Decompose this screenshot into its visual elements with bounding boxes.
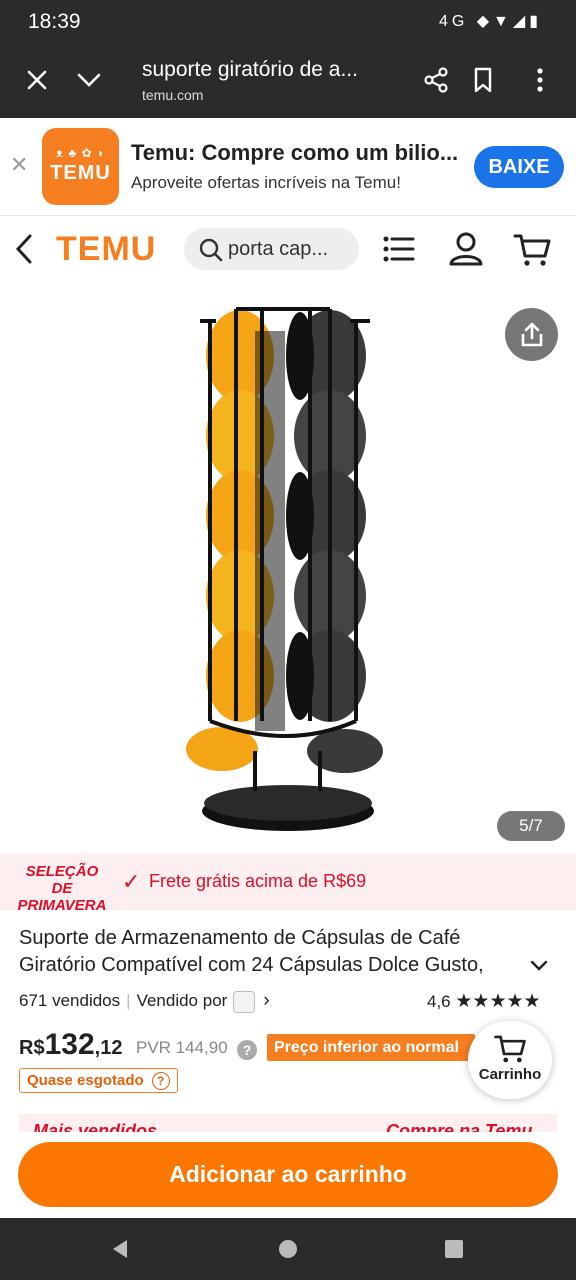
temu-app-logo: ᴥ ♣ ✿ ◗ TEMU: [42, 128, 119, 205]
temu-logo[interactable]: TEMU: [56, 230, 156, 269]
add-to-cart-button[interactable]: Adicionar ao carrinho: [18, 1142, 558, 1207]
account-button[interactable]: [446, 229, 486, 269]
back-button[interactable]: [10, 231, 40, 267]
user-icon: [449, 232, 483, 266]
seller-avatar[interactable]: [233, 990, 256, 1013]
banner-title: Temu: Compre como um bilio...: [131, 140, 459, 165]
rating-value: 4,6: [427, 992, 451, 1011]
badge-line-2: DE PRIMAVERA: [17, 880, 107, 914]
share-upload-icon: [521, 322, 542, 346]
bookmark-button[interactable]: [463, 60, 503, 100]
nav-recents-icon[interactable]: [443, 1238, 465, 1260]
status-time: 18:39: [28, 10, 81, 33]
promo-strip[interactable]: SELEÇÃO DE PRIMAVERA ✓ Frete grátis acim…: [0, 853, 576, 914]
status-icons: 4G ◆▼◢▮: [438, 13, 542, 30]
logo-wordmark: TEMU: [50, 162, 111, 184]
app-install-banner: ✕ ᴥ ♣ ✿ ◗ TEMU Temu: Compre como um bili…: [0, 118, 576, 216]
nav-home-icon[interactable]: [277, 1238, 299, 1260]
share-product-button[interactable]: [505, 308, 558, 361]
more-options-button[interactable]: [520, 60, 560, 100]
more-vert-icon: [537, 68, 543, 92]
lower-price-label: Preço inferior ao normal: [274, 1038, 459, 1056]
share-page-button[interactable]: [416, 60, 456, 100]
chevron-down-icon: [77, 73, 101, 87]
bestseller-right-text: Compre na Temu: [386, 1121, 533, 1132]
sold-by-label: Vendido por: [136, 991, 228, 1010]
free-shipping-text: Frete grátis acima de R$69: [149, 871, 367, 891]
close-tab-button[interactable]: [17, 60, 57, 100]
product-image-gallery[interactable]: 5/7: [0, 281, 576, 853]
minimize-tab-button[interactable]: [69, 60, 109, 100]
expand-title-chevron-icon[interactable]: [526, 955, 552, 977]
cart-icon: [513, 234, 551, 266]
chevron-left-icon: [15, 234, 32, 264]
bestseller-strip[interactable]: Mais vendidos Compre na Temu: [19, 1114, 557, 1132]
logo-glyphs: ᴥ ♣ ✿ ◗: [55, 146, 106, 160]
sold-count: 671 vendidos: [19, 991, 121, 1010]
help-icon[interactable]: ?: [237, 1040, 257, 1060]
divider: |: [126, 991, 131, 1010]
categories-button[interactable]: [380, 229, 420, 269]
bestseller-left-text: Mais vendidos: [33, 1121, 158, 1132]
rating-stars-icon: ★★★★★: [455, 991, 541, 1012]
product-image: [186, 307, 383, 831]
cart-icon: [494, 1035, 526, 1063]
install-app-button[interactable]: BAIXE: [474, 146, 564, 188]
cart-label: Carrinho: [478, 1066, 542, 1083]
share-icon: [424, 67, 448, 93]
low-stock-label: Quase esgotado: [27, 1072, 144, 1089]
price-decimal: ,12: [94, 1037, 123, 1059]
nav-back-icon[interactable]: [109, 1238, 131, 1260]
price-currency: R$: [19, 1037, 45, 1059]
reference-price: PVR 144,90: [136, 1038, 228, 1057]
dismiss-banner-button[interactable]: ✕: [10, 152, 28, 178]
spring-selection-badge: SELEÇÃO DE PRIMAVERA: [14, 863, 110, 914]
search-input[interactable]: [228, 228, 352, 270]
browser-toolbar: suporte giratório de a... temu.com: [0, 44, 576, 118]
page-url[interactable]: temu.com: [142, 87, 203, 103]
chevron-right-icon: ›: [263, 990, 270, 1011]
header-cart-button[interactable]: [512, 229, 552, 269]
lower-price-badge[interactable]: Preço inferior ao normal: [267, 1034, 475, 1061]
image-counter: 5/7: [497, 811, 565, 841]
check-icon: ✓: [122, 869, 141, 894]
banner-subtitle: Aproveite ofertas incríveis na Temu!: [131, 173, 401, 192]
rating-summary[interactable]: 4,6 ★★★★★: [427, 990, 541, 1013]
search-icon: [199, 238, 223, 262]
floating-cart-button[interactable]: Carrinho: [468, 1021, 552, 1099]
price-integer: 132: [44, 1028, 95, 1061]
sales-seller-row[interactable]: 671 vendidos | Vendido por ›: [19, 990, 270, 1013]
list-menu-icon: [383, 236, 415, 262]
bookmark-icon: [474, 67, 492, 93]
low-stock-badge[interactable]: Quase esgotado?: [19, 1068, 178, 1093]
price: R$132,12: [19, 1028, 122, 1062]
site-header: TEMU: [0, 217, 576, 281]
search-bar[interactable]: [184, 228, 359, 270]
close-icon: [27, 70, 47, 90]
page-title[interactable]: suporte giratório de a...: [142, 58, 358, 82]
status-bar: 18:39 4G ◆▼◢▮: [0, 0, 576, 44]
badge-line-1: SELEÇÃO: [25, 863, 99, 880]
product-title[interactable]: Suporte de Armazenamento de Cápsulas de …: [19, 925, 519, 979]
system-navigation-bar: [0, 1218, 576, 1280]
question-icon: ?: [151, 1071, 170, 1090]
